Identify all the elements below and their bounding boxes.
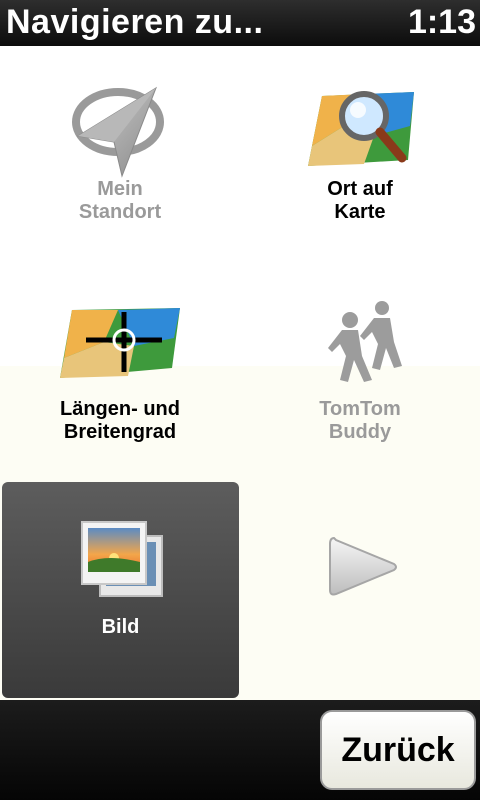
menu-item-label: Buddy	[328, 421, 392, 443]
map-crosshair-icon	[60, 308, 180, 378]
menu-item-label: TomTom	[319, 398, 401, 420]
back-button[interactable]: Zurück	[320, 710, 476, 790]
menu-item-label: Ort auf	[327, 178, 393, 200]
next-arrow-icon	[329, 536, 397, 596]
page-title: Navigieren zu...	[6, 3, 264, 41]
walking-people-icon	[328, 301, 402, 382]
map-magnifier-icon	[308, 91, 414, 166]
menu-item-label: Breitengrad	[63, 421, 177, 443]
menu-item-ort-auf-karte[interactable]: Ort auf Karte	[240, 46, 480, 260]
pictures-icon	[81, 521, 163, 597]
menu-item-label: Mein	[97, 178, 143, 200]
compass-arrow-icon	[72, 86, 164, 178]
clock: 1:13	[407, 3, 476, 41]
menu-item-mein-standort[interactable]: Mein Standort	[0, 46, 240, 260]
menu-item-label: Standort	[78, 201, 162, 223]
menu-item-tomtom-buddy[interactable]: TomTom Buddy	[240, 260, 480, 480]
menu-item-bild[interactable]: Bild	[2, 482, 239, 698]
menu-item-label: Karte	[334, 201, 386, 223]
title-bar: Navigieren zu... 1:13	[0, 0, 480, 46]
bottom-bar: Zurück	[0, 700, 480, 800]
next-page-button[interactable]	[240, 482, 480, 698]
menu-item-laengen-und-breitengrad[interactable]: Längen- und Breitengrad	[0, 260, 240, 480]
menu-item-label: Längen- und	[60, 398, 180, 420]
menu-item-label: Bild	[101, 616, 140, 638]
